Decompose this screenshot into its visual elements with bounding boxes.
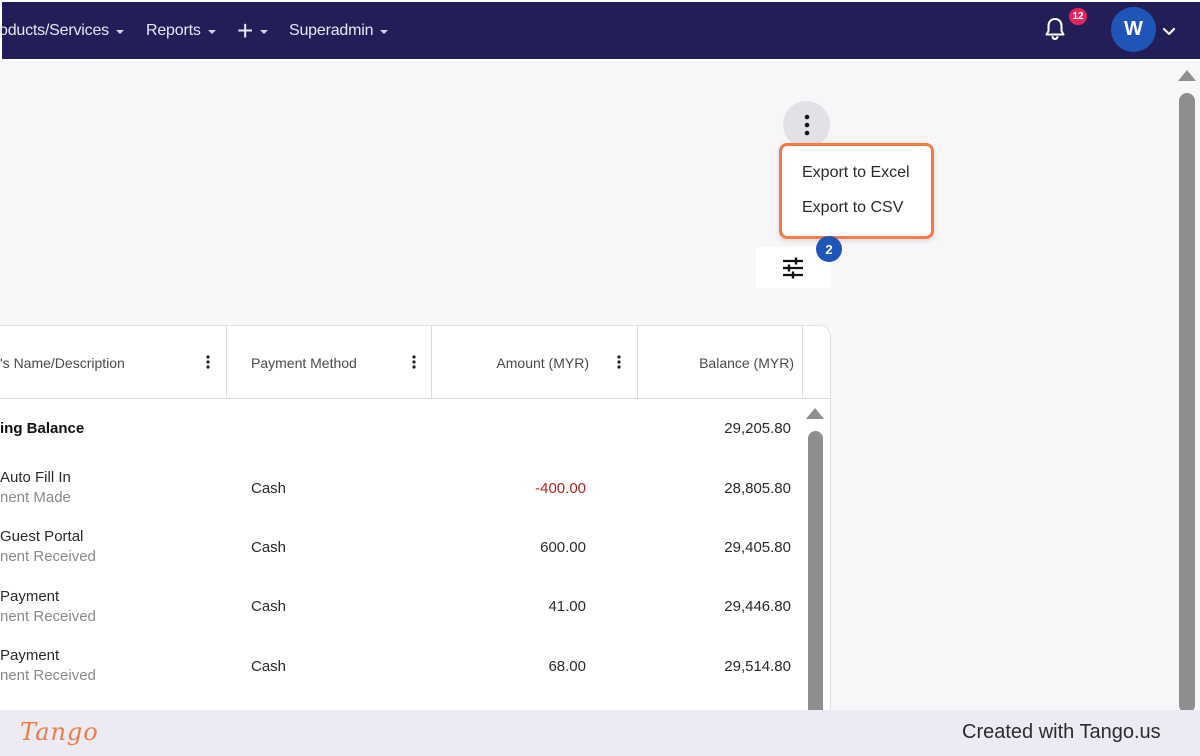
balance-cell: 29,446.80 xyxy=(724,598,791,615)
column-menu-icon[interactable] xyxy=(412,355,416,369)
nav-item-label: Reports xyxy=(146,21,201,39)
column-menu-icon[interactable] xyxy=(617,355,621,369)
transactions-table: 's Name/Description Payment Method Amoun… xyxy=(0,326,830,726)
column-menu-icon[interactable] xyxy=(206,355,210,369)
caret-down-icon xyxy=(380,29,389,34)
description-name: Auto Fill In xyxy=(0,469,71,486)
user-avatar[interactable]: W xyxy=(1111,7,1156,52)
created-with-text: Created with Tango.us xyxy=(962,721,1161,743)
description-type: nent Received xyxy=(0,667,96,684)
description-type: nent Received xyxy=(0,608,96,625)
table-scroll-up-arrow-icon[interactable] xyxy=(806,408,824,419)
description-name: Guest Portal xyxy=(0,528,84,545)
amount-cell: 600.00 xyxy=(540,539,586,556)
export-menu: Export to Excel Export to CSV xyxy=(779,143,934,239)
table-scrollbar-thumb[interactable] xyxy=(808,431,823,721)
plus-icon: + xyxy=(237,14,254,46)
balance-cell: 29,405.80 xyxy=(724,539,791,556)
nav-item-products-services[interactable]: oducts/Services xyxy=(0,2,124,59)
footer-bar: Tango Created with Tango.us xyxy=(0,710,1200,756)
notification-bell-icon[interactable] xyxy=(1040,14,1070,44)
column-header-name-description[interactable]: 's Name/Description xyxy=(0,326,125,399)
nav-item-add[interactable]: + xyxy=(237,2,269,59)
column-header-payment-method[interactable]: Payment Method xyxy=(251,326,357,399)
kebab-menu-icon xyxy=(804,114,809,135)
amount-cell: 41.00 xyxy=(548,598,586,615)
column-divider[interactable] xyxy=(802,326,803,399)
description-type: nent Received xyxy=(0,548,96,565)
more-options-button[interactable] xyxy=(783,101,830,148)
caret-down-icon xyxy=(260,29,269,34)
page-scrollbar-thumb[interactable] xyxy=(1179,93,1195,713)
opening-balance-label: ing Balance xyxy=(0,420,85,437)
payment-method-cell: Cash xyxy=(251,539,287,556)
description-name: Payment xyxy=(0,647,60,664)
top-navigation-bar: oducts/Services Reports + Superadmin xyxy=(0,0,1200,61)
active-filters-badge: 2 xyxy=(816,236,842,262)
export-to-excel-menu-item[interactable]: Export to Excel xyxy=(802,164,910,182)
chevron-down-icon[interactable] xyxy=(1162,24,1176,36)
column-divider[interactable] xyxy=(226,326,227,399)
balance-cell: 29,205.80 xyxy=(724,420,791,437)
export-to-csv-menu-item[interactable]: Export to CSV xyxy=(802,199,903,217)
table-header: 's Name/Description Payment Method Amoun… xyxy=(0,326,830,399)
scroll-up-arrow-icon[interactable] xyxy=(1178,70,1196,81)
nav-item-label: Superadmin xyxy=(289,21,374,39)
caret-down-icon xyxy=(115,29,124,34)
payment-method-cell: Cash xyxy=(251,598,287,615)
nav-item-reports[interactable]: Reports xyxy=(146,2,216,59)
description-type: nent Made xyxy=(0,489,71,506)
amount-cell: 68.00 xyxy=(548,658,586,675)
caret-down-icon xyxy=(207,29,216,34)
payment-method-cell: Cash xyxy=(251,480,287,497)
tune-sliders-icon xyxy=(783,257,803,278)
balance-cell: 28,805.80 xyxy=(724,480,791,497)
description-name: Payment xyxy=(0,588,60,605)
tango-logo: Tango xyxy=(20,718,99,746)
column-header-balance[interactable]: Balance (MYR) xyxy=(638,326,794,399)
notification-count-badge: 12 xyxy=(1069,8,1087,25)
amount-cell: -400.00 xyxy=(535,480,586,497)
nav-item-superadmin[interactable]: Superadmin xyxy=(289,2,389,59)
nav-item-label: oducts/Services xyxy=(0,21,109,39)
balance-cell: 29,514.80 xyxy=(724,658,791,675)
payment-method-cell: Cash xyxy=(251,658,287,675)
column-header-amount[interactable]: Amount (MYR) xyxy=(432,326,589,399)
